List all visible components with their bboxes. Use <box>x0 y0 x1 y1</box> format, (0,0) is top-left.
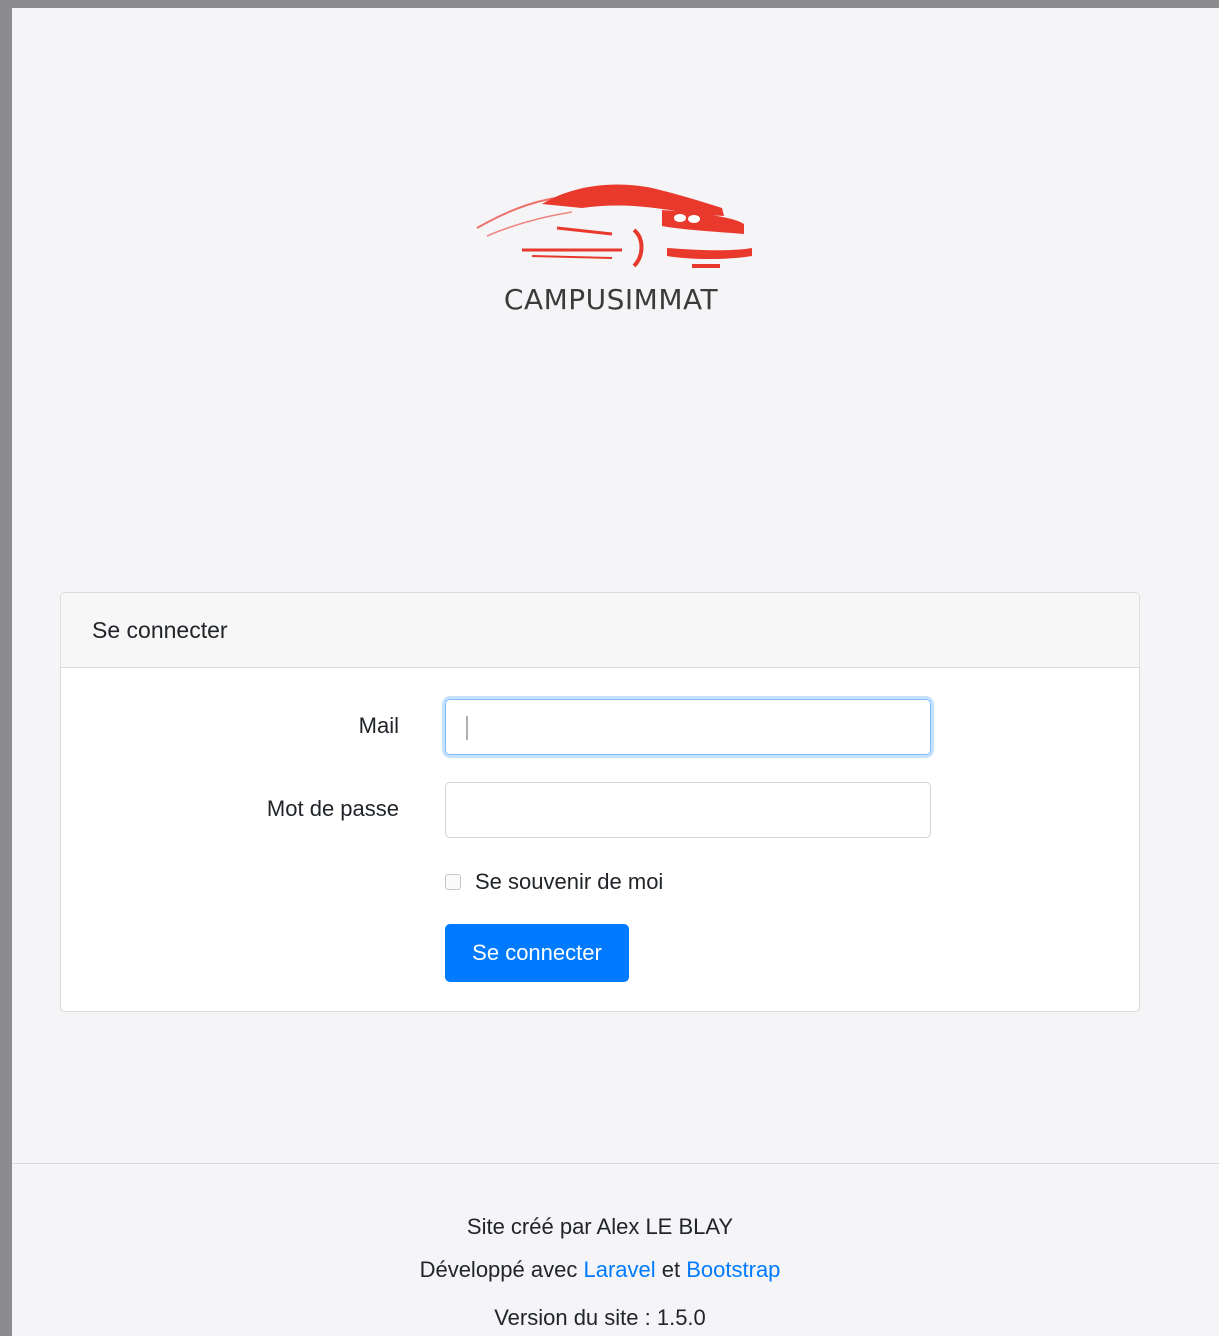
login-card: Se connecter Mail Mot de passe Se souven… <box>60 592 1140 1012</box>
mail-input[interactable] <box>445 699 931 755</box>
laravel-link[interactable]: Laravel <box>583 1257 655 1282</box>
footer-credit: Site créé par Alex LE BLAY <box>466 1214 734 1239</box>
remember-checkbox[interactable] <box>445 874 461 890</box>
footer-tech: Développé avec Laravel et Bootstrap <box>12 1257 1188 1283</box>
remember-me[interactable]: Se souvenir de moi <box>445 869 663 895</box>
footer-version: Version du site : 1.5.0 <box>494 1305 706 1330</box>
password-input[interactable] <box>445 782 931 838</box>
bootstrap-link[interactable]: Bootstrap <box>686 1257 780 1282</box>
footer-developed-prefix: Développé avec <box>419 1257 578 1282</box>
login-card-header: Se connecter <box>61 593 1139 668</box>
car-logo-icon <box>476 184 752 268</box>
text-caret <box>466 716 468 740</box>
remember-label[interactable]: Se souvenir de moi <box>475 869 663 895</box>
footer-conjunction: et <box>661 1257 681 1282</box>
password-label: Mot de passe <box>266 796 399 821</box>
mail-label: Mail <box>358 713 399 738</box>
browser-page: CAMPUSIMMAT Se connecter Mail Mot de pas… <box>12 8 1219 1336</box>
login-button[interactable]: Se connecter <box>445 924 629 982</box>
footer: Site créé par Alex LE BLAY Développé ave… <box>12 1163 1219 1336</box>
brand-name: CAMPUSIMMAT <box>503 283 719 316</box>
